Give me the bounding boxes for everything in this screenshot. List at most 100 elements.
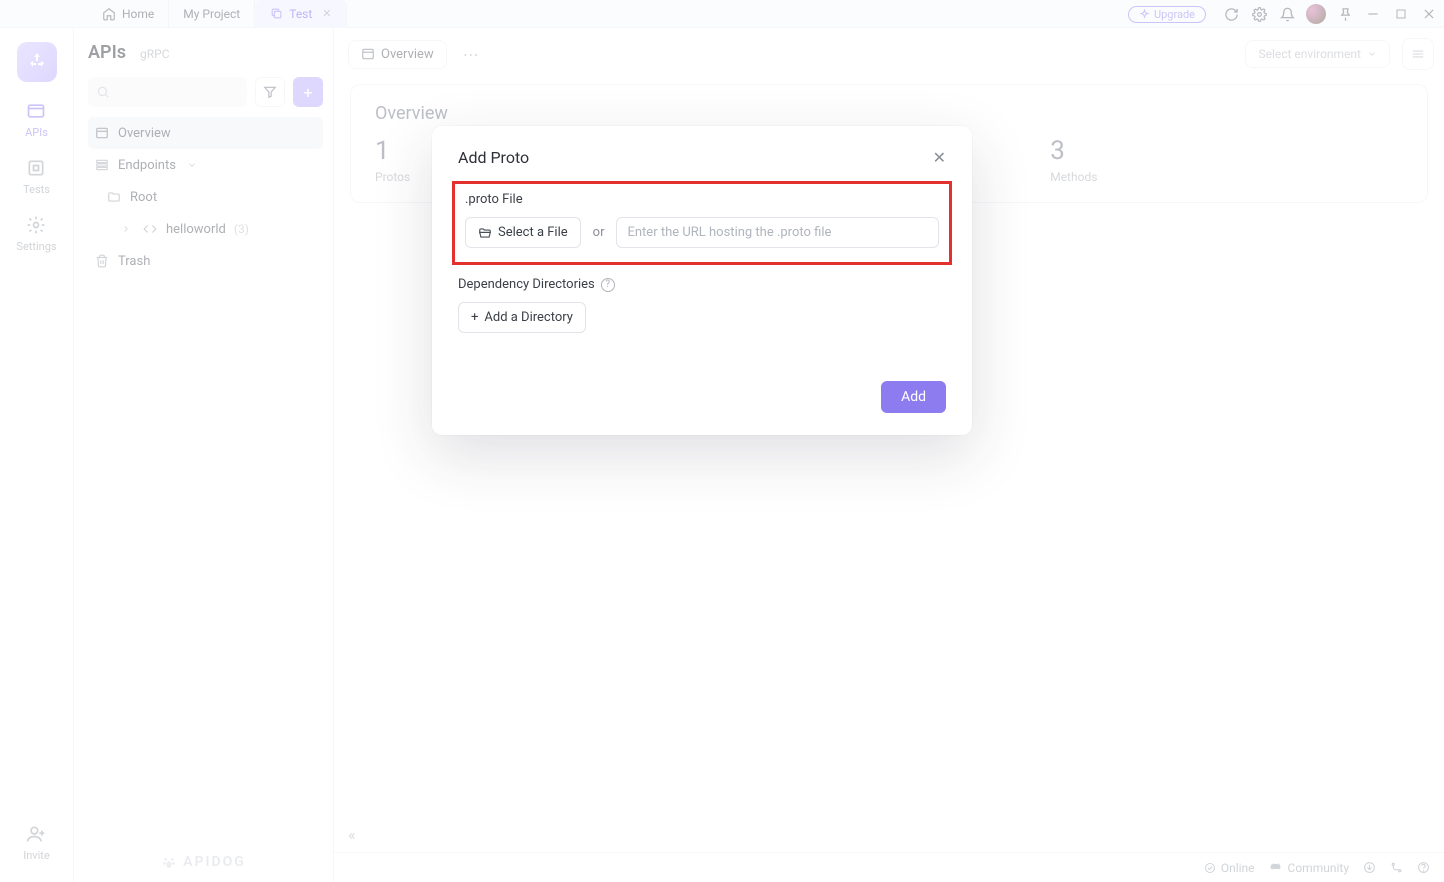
search-input[interactable] [88,77,247,107]
stat-protos-label: Protos [375,170,410,184]
status-git-icon[interactable] [1390,861,1403,874]
chevron-down-icon [1367,49,1377,59]
proto-file-label: .proto File [465,192,939,207]
upgrade-button[interactable]: Upgrade [1128,6,1206,23]
stat-methods-value: 3 [1050,136,1097,166]
folder-open-icon [478,226,492,240]
add-button[interactable]: + [293,77,323,107]
tab-test[interactable]: Test ✕ [255,0,346,27]
refresh-icon[interactable] [1222,5,1240,23]
environment-selector[interactable]: Select environment [1245,40,1390,68]
filter-button[interactable] [255,77,285,107]
add-submit-label: Add [901,389,926,405]
proto-url-input[interactable] [616,217,939,248]
sidebar-brand-footer: APIDOG [74,854,333,870]
stat-protos: 1 Protos [375,136,410,184]
settings-icon [25,214,47,236]
add-directory-label: Add a Directory [484,310,573,325]
plus-icon: + [471,310,478,325]
copy-icon [269,7,283,21]
overview-icon [94,125,110,141]
modal-close-button[interactable]: ✕ [933,148,946,167]
nav-tests-label: Tests [23,183,50,196]
nav-settings-label: Settings [16,240,56,253]
status-online[interactable]: Online [1204,861,1255,875]
sidebar: APIs gRPC + Overview Endpoints Root hell… [74,28,334,882]
tab-home-label: Home [122,7,154,21]
invite-icon [25,823,47,845]
minimize-icon[interactable] [1364,5,1382,23]
window-controls: Upgrade [1128,0,1438,28]
stat-protos-value: 1 [375,136,410,166]
sidebar-subtitle: gRPC [140,47,170,61]
select-file-button[interactable]: Select a File [465,217,581,248]
filter-icon [263,85,277,99]
search-icon [96,85,110,99]
tab-test-label: Test [289,7,312,21]
sidebar-trash-label: Trash [118,254,150,269]
more-icon[interactable]: ⋯ [453,45,489,64]
trash-icon [94,253,110,269]
left-nav: APIs Tests Settings Invite [0,28,74,882]
nav-apis[interactable]: APIs [25,100,48,139]
paw-icon [161,854,177,870]
overview-icon [361,47,375,61]
check-circle-icon [1204,862,1216,874]
sidebar-helloworld-count: (3) [234,222,249,236]
apis-icon [25,100,47,122]
chevron-down-icon [184,157,200,173]
maximize-icon[interactable] [1392,5,1410,23]
pin-icon[interactable] [1336,5,1354,23]
tab-close-icon[interactable]: ✕ [322,7,331,20]
sidebar-item-overview[interactable]: Overview [88,117,323,149]
toggle-panel-button[interactable] [1402,38,1434,70]
dependency-directories-label: Dependency Directories ? [458,277,946,292]
avatar[interactable] [1306,4,1326,24]
tab-home[interactable]: Home [88,0,169,27]
sidebar-item-trash[interactable]: Trash [88,245,323,277]
folder-icon [106,189,122,205]
sidebar-item-endpoints[interactable]: Endpoints [88,149,323,181]
brand-logo[interactable] [17,42,57,82]
proto-file-section: .proto File Select a File or [452,181,952,265]
main-tab-bar: Overview ⋯ Select environment [334,28,1444,72]
endpoints-icon [94,157,110,173]
sidebar-item-root[interactable]: Root [88,181,323,213]
sidebar-endpoints-label: Endpoints [118,158,176,173]
bell-icon[interactable] [1278,5,1296,23]
nav-tests[interactable]: Tests [23,157,50,196]
add-proto-modal: Add Proto ✕ .proto File Select a File or… [432,126,972,435]
nav-invite[interactable]: Invite [23,823,50,862]
nav-apis-label: APIs [25,126,48,139]
add-directory-button[interactable]: + Add a Directory [458,302,586,333]
modal-title: Add Proto [458,148,529,167]
code-icon [142,221,158,237]
sidebar-item-helloworld[interactable]: helloworld (3) [88,213,323,245]
gear-icon[interactable] [1250,5,1268,23]
help-icon[interactable]: ? [601,278,615,292]
status-help-icon[interactable] [1417,861,1430,874]
stat-methods-label: Methods [1050,170,1097,184]
main-tab-overview-label: Overview [381,47,434,62]
layout-icon [1411,47,1425,61]
tests-icon [25,157,47,179]
main-tab-overview[interactable]: Overview [348,40,447,69]
status-download-icon[interactable] [1363,861,1376,874]
sidebar-overview-label: Overview [118,126,171,141]
nav-settings[interactable]: Settings [16,214,56,253]
collapse-sidebar-button[interactable]: « [348,825,356,844]
sidebar-root-label: Root [130,190,157,205]
add-submit-button[interactable]: Add [881,381,946,413]
close-icon[interactable] [1420,5,1438,23]
tab-project-label: My Project [183,7,240,21]
sidebar-title: APIs [88,42,126,63]
stat-methods: 3 Methods [1050,136,1097,184]
tab-project[interactable]: My Project [169,0,255,27]
plus-icon: + [303,83,312,102]
sidebar-helloworld-label: helloworld [166,222,226,237]
discord-icon [1269,862,1283,874]
status-community[interactable]: Community [1269,861,1349,875]
status-bar: Online Community [334,852,1444,882]
overview-heading: Overview [375,103,1403,124]
select-file-label: Select a File [498,225,568,240]
